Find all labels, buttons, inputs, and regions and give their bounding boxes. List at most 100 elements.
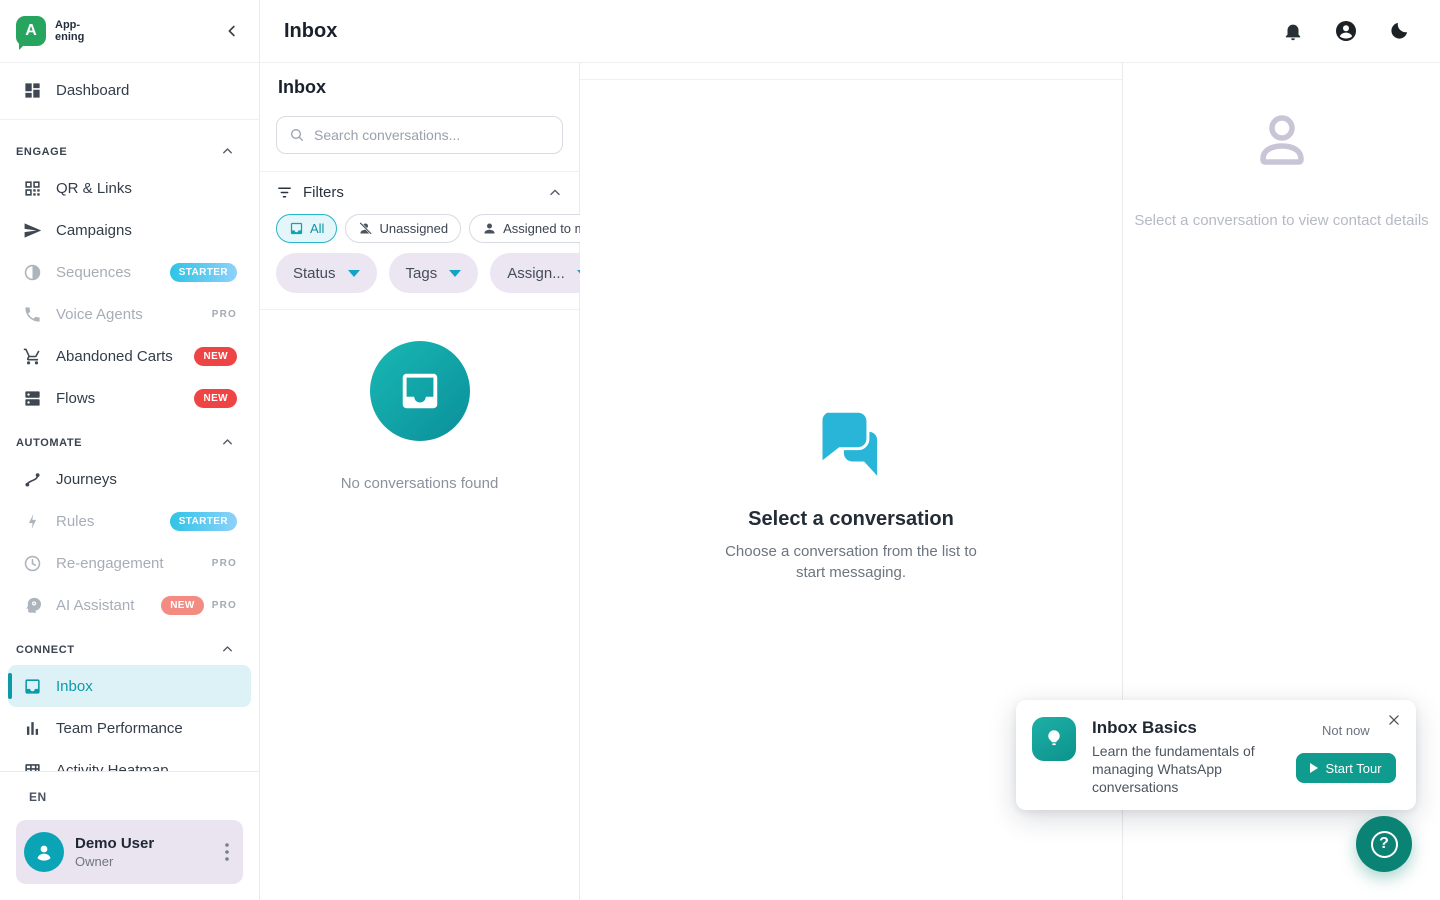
top-header: Inbox [260,0,1440,63]
flows-icon [22,388,42,408]
sidebar-item-sequences[interactable]: SequencesSTARTER [8,251,251,293]
filter-dropdown-tags[interactable]: Tags [389,253,479,293]
sidebar-item-label: Re-engagement [56,555,164,572]
sidebar-item-label: Inbox [56,678,93,695]
section-title: AUTOMATE [16,437,82,449]
tour-dismiss-link[interactable]: Not now [1322,723,1370,738]
chat-bubbles-icon [813,408,889,484]
pro-tag: PRO [212,558,237,569]
start-tour-button[interactable]: Start Tour [1296,753,1396,783]
half-circle-icon [22,262,42,282]
pro-tag: PRO [212,600,237,611]
start-tour-label: Start Tour [1325,761,1381,776]
filters-section: Filters AllUnassignedAssigned to me Stat… [260,172,579,310]
person-outline-icon [1250,109,1314,173]
sidebar-item-abandoned-carts[interactable]: Abandoned Carts NEW [8,335,251,377]
question-mark-icon: ? [1371,831,1398,858]
conversation-empty-state: No conversations found [260,310,579,492]
sidebar-logo-row: A App- ening [0,0,259,63]
caret-down-icon [449,270,461,277]
sidebar-item-label: Voice Agents [56,306,143,323]
brand-name-line2: ening [55,31,84,43]
filters-header[interactable]: Filters [276,184,563,201]
bar-chart-icon [22,718,42,738]
filter-list-icon [276,184,293,201]
sidebar-item-inbox[interactable]: Inbox [8,665,251,707]
sidebar-item-label: AI Assistant [56,597,134,614]
account-icon[interactable] [1334,19,1358,43]
inbox-icon [22,676,42,696]
section-header-connect[interactable]: CONNECT [0,626,259,665]
inbox-empty-icon [370,341,470,441]
page-title: Inbox [284,20,337,43]
person-off-icon [358,221,373,236]
chat-toolbar [580,63,1122,80]
user-menu-dots-icon[interactable] [219,843,235,861]
sidebar-item-extras: NEW [194,347,237,366]
quick-filter-chips: AllUnassignedAssigned to me [276,214,563,243]
filters-label: Filters [303,184,344,201]
sidebar-collapse-icon[interactable] [223,22,241,40]
sidebar-item-flows[interactable]: FlowsNEW [8,377,251,419]
sidebar-item-extras: NEW [194,389,237,408]
sidebar-item-ai-assistant[interactable]: AI AssistantNEWPRO [8,584,251,626]
filter-chip-all[interactable]: All [276,214,337,243]
filter-chip-label: All [310,221,324,236]
sidebar-item-re-engagement[interactable]: Re-engagement PRO [8,542,251,584]
filters-collapse-chevron-up-icon[interactable] [547,185,563,201]
starter-badge: STARTER [170,263,237,282]
contact-empty-text: Select a conversation to view contact de… [1134,209,1430,233]
section-header-automate[interactable]: AUTOMATE [0,419,259,458]
brand-logo[interactable]: A App- ening [16,16,84,46]
sidebar-item-activity-heatmap[interactable]: Activity Heatmap [8,749,251,771]
sidebar-item-voice-agents[interactable]: Voice Agents PRO [8,293,251,335]
sidebar-item-campaigns[interactable]: Campaigns [8,209,251,251]
chat-empty-state: Select a conversation Choose a conversat… [580,408,1122,584]
notifications-bell-icon[interactable] [1282,20,1304,42]
sidebar-item-qr-links[interactable]: QR & Links [8,167,251,209]
search-input[interactable] [314,127,550,143]
new-badge: NEW [194,347,237,366]
close-icon[interactable] [1383,709,1405,731]
brand-name: App- ening [55,19,84,43]
search-box[interactable] [276,116,563,154]
sidebar: A App- ening Dashboard ENGAGEQR & Links Ca… [0,0,260,900]
filter-dropdown-label: Status [293,265,336,282]
new-badge: NEW [194,389,237,408]
play-icon [1310,763,1318,773]
qr-code-icon [22,178,42,198]
header-icons [1282,19,1410,43]
conversation-empty-text: No conversations found [260,475,579,492]
sidebar-item-journeys[interactable]: Journeys [8,458,251,500]
help-button[interactable]: ? [1356,816,1412,872]
tour-card-title: Inbox Basics [1092,718,1197,738]
tour-card-body: Learn the fundamentals of managing Whats… [1092,742,1272,797]
user-card[interactable]: Demo User Owner [16,820,243,884]
filter-dropdown-status[interactable]: Status [276,253,377,293]
sidebar-item-extras: PRO [212,309,237,320]
sidebar-item-dashboard[interactable]: Dashboard [8,69,251,111]
dashboard-icon [22,80,42,100]
language-selector[interactable]: EN [29,790,243,804]
brand-name-line1: App- [55,19,84,31]
sidebar-item-label: Campaigns [56,222,132,239]
sidebar-item-team-performance[interactable]: Team Performance [8,707,251,749]
filter-dropdown-label: Tags [406,265,438,282]
dark-mode-moon-icon[interactable] [1388,20,1410,42]
sidebar-item-rules[interactable]: RulesSTARTER [8,500,251,542]
sidebar-item-label: Team Performance [56,720,183,737]
sidebar-item-label: Abandoned Carts [56,348,173,365]
phone-icon [22,304,42,324]
clock-icon [22,553,42,573]
search-row [260,108,579,172]
search-icon [289,127,305,143]
heatmap-icon [22,760,42,771]
user-name: Demo User [75,835,208,852]
section-header-engage[interactable]: ENGAGE [0,128,259,167]
pro-tag: PRO [212,309,237,320]
filter-chip-unassigned[interactable]: Unassigned [345,214,461,243]
chevron-up-icon [220,144,235,159]
starter-badge: STARTER [170,512,237,531]
caret-down-icon [348,270,360,277]
nav-divider [0,119,259,120]
